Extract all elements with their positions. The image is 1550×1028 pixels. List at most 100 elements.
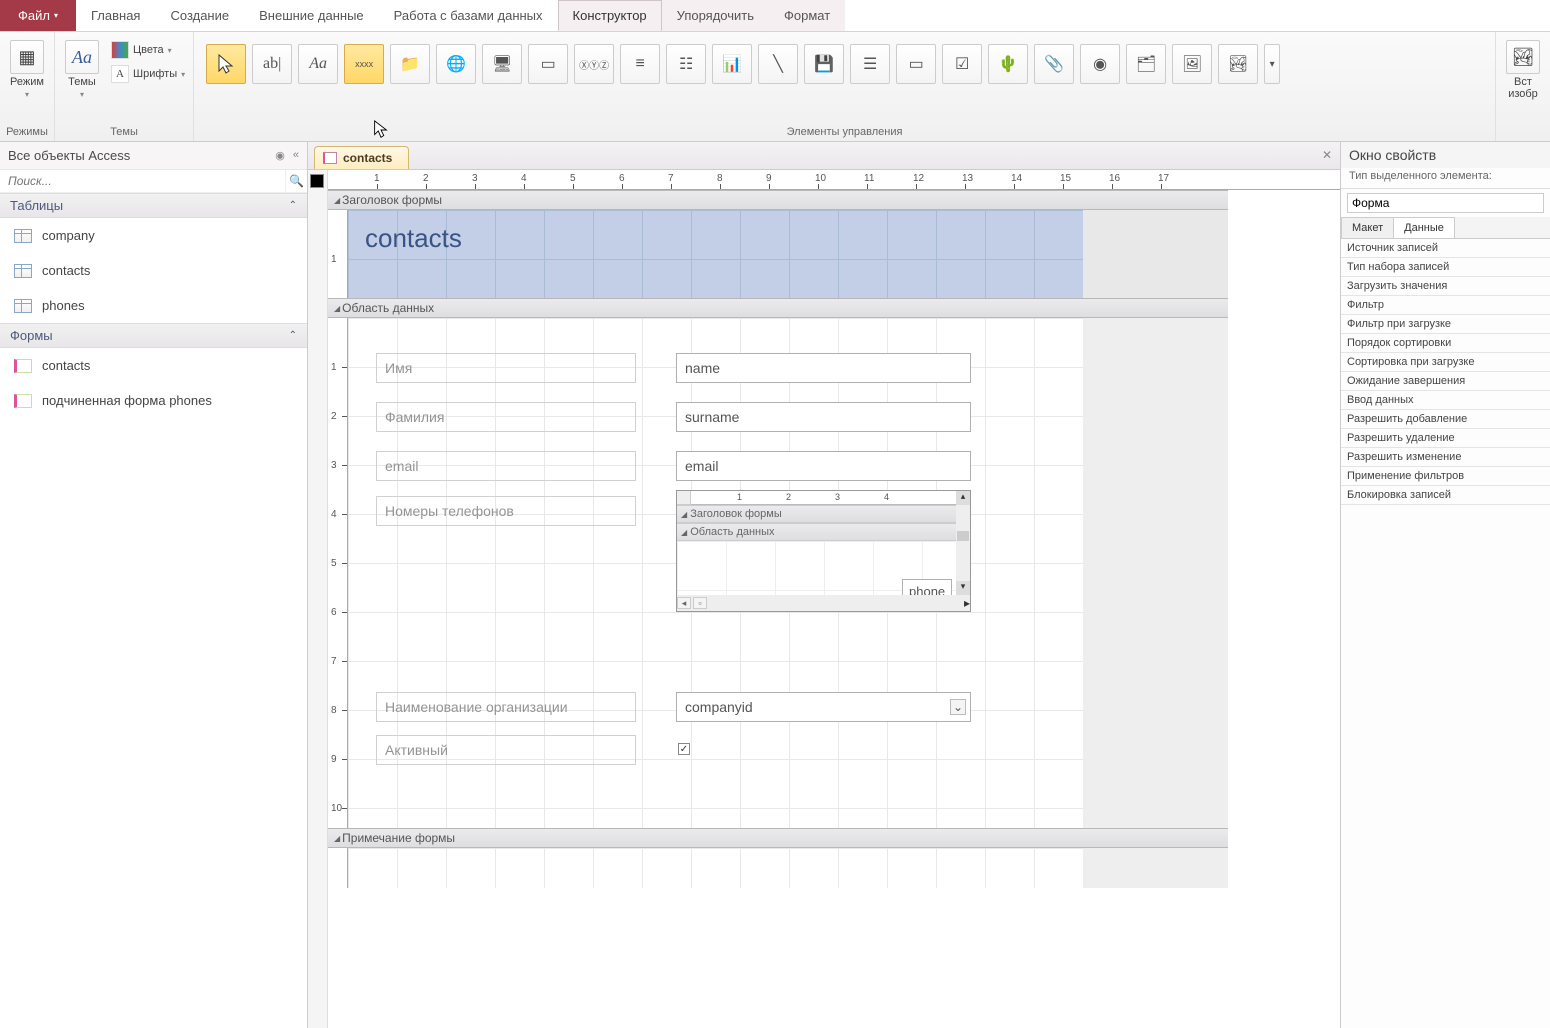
subform-scrollbar-h[interactable]: ◂▫ ▸ (677, 595, 970, 611)
property-row[interactable]: Блокировка записей (1341, 486, 1550, 505)
nav-section-tables[interactable]: Таблицы ⌃ (0, 193, 307, 218)
navigation-tool-icon[interactable]: ▭ (528, 44, 568, 84)
textbox-control[interactable]: surname (676, 402, 971, 432)
form-footer-section[interactable] (348, 848, 1228, 888)
section-bar-header[interactable]: ◢ Заголовок формы (328, 190, 1228, 210)
vertical-ruler[interactable]: 12345678910 (328, 318, 348, 828)
attachment-tool-icon[interactable]: 📎 (1034, 44, 1074, 84)
property-row[interactable]: Тип набора записей (1341, 258, 1550, 277)
combobox-control[interactable]: companyid (676, 692, 971, 722)
horizontal-ruler[interactable]: 1234567891011121314151617 (328, 170, 1340, 190)
ribbon-tab[interactable]: Создание (155, 0, 244, 31)
vertical-ruler[interactable] (328, 848, 348, 888)
form-header-section[interactable]: contacts (348, 210, 1228, 298)
textbox-control[interactable]: name (676, 353, 971, 383)
property-tab-layout[interactable]: Макет (1341, 217, 1394, 238)
property-row[interactable]: Сортировка при загрузке (1341, 353, 1550, 372)
property-row[interactable]: Применение фильтров (1341, 467, 1550, 486)
subform-phones[interactable]: 1234 ◢ Заголовок формы ◢ Область данных (676, 490, 971, 612)
fonts-button[interactable]: A Шрифты ▾ (109, 64, 187, 84)
field-label[interactable]: Наименование организации (376, 692, 636, 722)
insert-image-button[interactable]: 🏞 Вст изобр (1502, 36, 1544, 104)
property-row[interactable]: Разрешить добавление (1341, 410, 1550, 429)
field-label[interactable]: Имя (376, 353, 636, 383)
form-detail-section[interactable]: 1234 ◢ Заголовок формы ◢ Область данных (348, 318, 1228, 828)
nav-item-table[interactable]: phones (0, 288, 307, 323)
tab-tool-icon[interactable]: 📁 (390, 44, 430, 84)
property-row[interactable]: Ожидание завершения (1341, 372, 1550, 391)
checkbox-tool-icon[interactable]: ☑ (942, 44, 982, 84)
field-label[interactable]: Номеры телефонов (376, 496, 636, 526)
property-tab-data[interactable]: Данные (1393, 217, 1455, 238)
view-button[interactable]: ▦ Режим ▾ (6, 36, 48, 103)
ribbon-tab[interactable]: Упорядочить (662, 0, 769, 31)
form-title-label[interactable]: contacts (354, 218, 473, 259)
rectangle-tool-icon[interactable]: ▭ (896, 44, 936, 84)
form-selector[interactable] (310, 174, 324, 188)
ribbon-tab[interactable]: Внешние данные (244, 0, 379, 31)
pagebreak-tool-icon[interactable]: ≡ (620, 44, 660, 84)
subform-section-header[interactable]: ◢ Заголовок формы (677, 505, 970, 523)
boundobject-tool-icon[interactable]: 🖼 (1172, 44, 1212, 84)
line-tool-icon[interactable]: ╲ (758, 44, 798, 84)
nav-item-table[interactable]: contacts (0, 253, 307, 288)
label-tool-icon[interactable]: Aa (298, 44, 338, 84)
property-row[interactable]: Фильтр при загрузке (1341, 315, 1550, 334)
search-icon[interactable]: 🔍 (285, 170, 307, 192)
nav-search-input[interactable] (0, 170, 285, 192)
nav-item-form[interactable]: подчиненная форма phones (0, 383, 307, 418)
themes-button[interactable]: Aa Темы ▾ (61, 36, 103, 103)
object-tab-contacts[interactable]: contacts (314, 146, 409, 169)
close-icon[interactable]: ✕ (1322, 148, 1332, 162)
design-canvas[interactable]: ◢ Заголовок формы 1 contacts (328, 190, 1340, 1028)
dropdown-circle-icon[interactable]: ◉ (275, 149, 285, 162)
property-row[interactable]: Загрузить значения (1341, 277, 1550, 296)
button-tool-icon[interactable]: xxxx (344, 44, 384, 84)
ribbon-tab[interactable]: Главная (76, 0, 155, 31)
property-row[interactable]: Источник записей (1341, 239, 1550, 258)
property-row[interactable]: Разрешить удаление (1341, 429, 1550, 448)
nav-section-forms[interactable]: Формы ⌃ (0, 323, 307, 348)
subform-selector[interactable] (677, 491, 691, 505)
webbrowser-tool-icon[interactable]: 🖥 (482, 44, 522, 84)
select-tool-icon[interactable] (206, 44, 246, 84)
file-tab[interactable]: Файл ▾ (0, 0, 76, 31)
property-row[interactable]: Порядок сортировки (1341, 334, 1550, 353)
subform-scrollbar-v[interactable]: ▴▾ (956, 491, 970, 595)
nav-item-table[interactable]: company (0, 218, 307, 253)
unboundobject-tool-icon[interactable]: 🌵 (988, 44, 1028, 84)
nav-pane-header[interactable]: Все объекты Access ◉ « (0, 142, 307, 170)
nav-item-form[interactable]: contacts (0, 348, 307, 383)
checkbox-control[interactable]: ✓ (678, 743, 690, 755)
ribbon-tab[interactable]: Конструктор (558, 0, 662, 31)
collapse-icon[interactable]: « (293, 149, 299, 162)
property-row[interactable]: Разрешить изменение (1341, 448, 1550, 467)
image-tool-icon[interactable]: 🏞 (1218, 44, 1258, 84)
subform-section-detail[interactable]: ◢ Область данных (677, 523, 970, 541)
combobox-tool-icon[interactable]: ☷ (666, 44, 706, 84)
optionbutton-tool-icon[interactable]: ◉ (1080, 44, 1120, 84)
gallery-more-icon[interactable]: ▾ (1264, 44, 1280, 84)
section-bar-label: Примечание формы (342, 831, 455, 845)
subform-tool-icon[interactable]: 🗂 (1126, 44, 1166, 84)
chart-tool-icon[interactable]: 📊 (712, 44, 752, 84)
property-row[interactable]: Фильтр (1341, 296, 1550, 315)
vertical-ruler[interactable]: 1 (328, 210, 348, 298)
ribbon-tab[interactable]: Работа с базами данных (379, 0, 558, 31)
field-label[interactable]: Фамилия (376, 402, 636, 432)
hyperlink-tool-icon[interactable]: 🌐 (436, 44, 476, 84)
section-bar-footer[interactable]: ◢ Примечание формы (328, 828, 1228, 848)
textbox-control[interactable]: email (676, 451, 971, 481)
ribbon-tab[interactable]: Формат (769, 0, 845, 31)
property-selection-combo[interactable] (1347, 193, 1544, 213)
field-label[interactable]: email (376, 451, 636, 481)
section-bar-detail[interactable]: ◢ Область данных (328, 298, 1228, 318)
field-label[interactable]: Активный (376, 735, 636, 765)
property-row[interactable]: Ввод данных (1341, 391, 1550, 410)
listbox-tool-icon[interactable]: ☰ (850, 44, 890, 84)
colors-button[interactable]: Цвета ▾ (109, 40, 187, 60)
optiongroup-tool-icon[interactable]: ⓍⓎⓏ (574, 44, 614, 84)
textbox-tool-icon[interactable]: ab| (252, 44, 292, 84)
togglebutton-tool-icon[interactable]: 💾 (804, 44, 844, 84)
nav-search: 🔍 (0, 170, 307, 193)
